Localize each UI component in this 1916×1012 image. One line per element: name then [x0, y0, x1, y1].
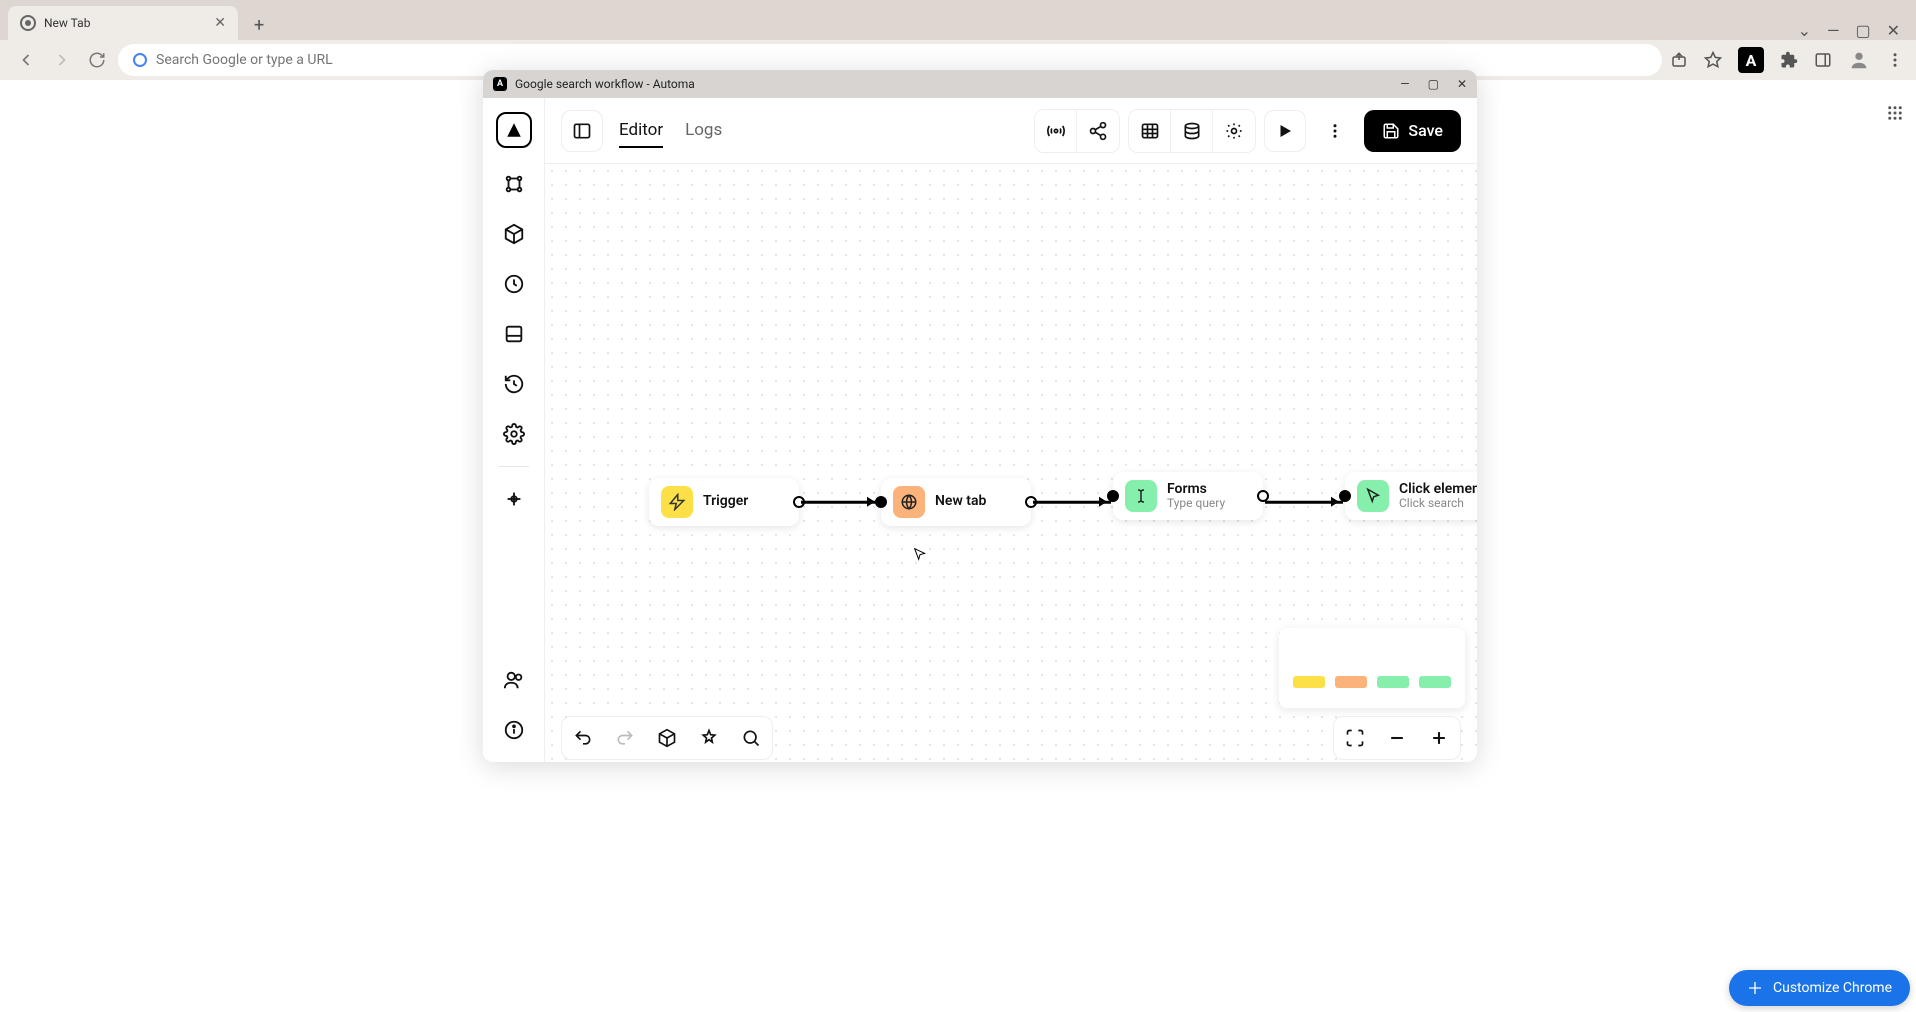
reload-icon[interactable]	[84, 47, 110, 73]
undo-button[interactable]	[564, 719, 602, 757]
node-subtitle: Click search	[1399, 497, 1477, 510]
text-cursor-icon	[1125, 480, 1157, 512]
workflow-icon[interactable]	[496, 166, 532, 202]
automa-window-title: Google search workflow - Automa	[515, 77, 695, 91]
extensions-icon[interactable]	[1780, 51, 1798, 69]
workflow-settings-button[interactable]	[1213, 110, 1255, 152]
tab-logs[interactable]: Logs	[685, 114, 722, 148]
minimap-node	[1293, 676, 1325, 688]
automa-titlebar[interactable]: A Google search workflow - Automa — ▢ ✕	[483, 70, 1477, 98]
node-title: Forms	[1167, 482, 1225, 497]
apps-grid-icon[interactable]	[1886, 104, 1904, 122]
workflow-node-trigger[interactable]: Trigger	[649, 478, 799, 526]
autoalign-button[interactable]	[690, 719, 728, 757]
automa-app-icon: A	[493, 77, 507, 91]
sidepanel-icon[interactable]	[1814, 51, 1832, 69]
close-icon[interactable]: ✕	[1457, 77, 1467, 91]
back-icon[interactable]	[12, 46, 40, 74]
share-workflow-button[interactable]	[1077, 110, 1119, 152]
tab-title: New Tab	[44, 16, 206, 30]
automa-window: A Google search workflow - Automa — ▢ ✕	[483, 70, 1477, 762]
save-button[interactable]: Save	[1364, 110, 1461, 152]
community-icon[interactable]	[496, 662, 532, 698]
node-subtitle: Type query	[1167, 497, 1225, 510]
node-title: New tab	[935, 494, 986, 509]
automa-sidebar	[483, 98, 545, 762]
minimap-node	[1335, 676, 1367, 688]
toggle-panel-button[interactable]	[561, 110, 603, 152]
minimap-node	[1419, 676, 1451, 688]
automa-logo-icon[interactable]	[496, 112, 532, 148]
close-window-icon[interactable]: ✕	[1887, 21, 1900, 40]
canvas-bottom-bar	[545, 714, 1477, 762]
lightning-icon	[661, 486, 693, 518]
minimap[interactable]	[1279, 628, 1465, 708]
google-search-icon	[132, 52, 148, 68]
schedule-icon[interactable]	[496, 266, 532, 302]
url-input[interactable]	[156, 52, 1648, 68]
workflow-canvas[interactable]: Trigger New tab FormsType query Click eleme…	[545, 164, 1477, 762]
package-icon[interactable]	[496, 216, 532, 252]
new-tab-button[interactable]: +	[246, 11, 272, 40]
minimap-node	[1377, 676, 1409, 688]
workflow-edge[interactable]	[1265, 501, 1343, 504]
browser-tab-bar: New Tab ✕ + ⌄ — ▢ ✕	[0, 0, 1916, 40]
run-button[interactable]	[1264, 110, 1306, 152]
host-button[interactable]	[1035, 110, 1077, 152]
chrome-favicon-icon	[20, 15, 36, 31]
zoom-out-button[interactable]	[1378, 719, 1416, 757]
redo-button[interactable]	[606, 719, 644, 757]
cursor-icon	[1357, 480, 1389, 512]
table-button[interactable]	[1129, 110, 1171, 152]
workflow-edge[interactable]	[801, 501, 879, 504]
element-selector-icon[interactable]	[496, 481, 532, 517]
workflow-node-forms[interactable]: FormsType query	[1113, 472, 1263, 520]
search-blocks-button[interactable]	[732, 719, 770, 757]
profile-icon[interactable]	[1848, 49, 1870, 71]
minimize-icon[interactable]: —	[1827, 21, 1840, 40]
node-title: Trigger	[703, 494, 748, 509]
star-icon[interactable]	[1704, 51, 1722, 69]
minimize-icon[interactable]: —	[1400, 77, 1409, 91]
fit-view-button[interactable]	[1336, 719, 1374, 757]
globals-button[interactable]	[1171, 110, 1213, 152]
node-title: Click element	[1399, 482, 1477, 497]
history-icon[interactable]	[496, 366, 532, 402]
info-icon[interactable]	[496, 712, 532, 748]
browser-tab[interactable]: New Tab ✕	[8, 6, 238, 40]
tab-editor[interactable]: Editor	[619, 114, 663, 148]
maximize-icon[interactable]: ▢	[1428, 77, 1439, 91]
workflow-edge[interactable]	[1033, 501, 1111, 504]
more-options-button[interactable]	[1314, 110, 1356, 152]
storage-icon[interactable]	[496, 316, 532, 352]
workflow-node-newtab[interactable]: New tab	[881, 478, 1031, 526]
zoom-in-button[interactable]	[1420, 719, 1458, 757]
menu-icon[interactable]	[1886, 51, 1904, 69]
share-icon[interactable]	[1670, 51, 1688, 69]
maximize-icon[interactable]: ▢	[1855, 21, 1870, 40]
settings-icon[interactable]	[496, 416, 532, 452]
customize-chrome-button[interactable]: Customize Chrome	[1729, 970, 1910, 1006]
close-icon[interactable]: ✕	[214, 15, 226, 31]
workflow-node-click[interactable]: Click elementClick search	[1345, 472, 1477, 520]
chevron-down-icon[interactable]: ⌄	[1798, 21, 1811, 40]
forward-icon[interactable]	[48, 46, 76, 74]
automa-toolbar: Editor Logs	[545, 98, 1477, 164]
globe-icon	[893, 486, 925, 518]
package-blocks-button[interactable]	[648, 719, 686, 757]
automa-extension-icon[interactable]: A	[1738, 47, 1764, 73]
